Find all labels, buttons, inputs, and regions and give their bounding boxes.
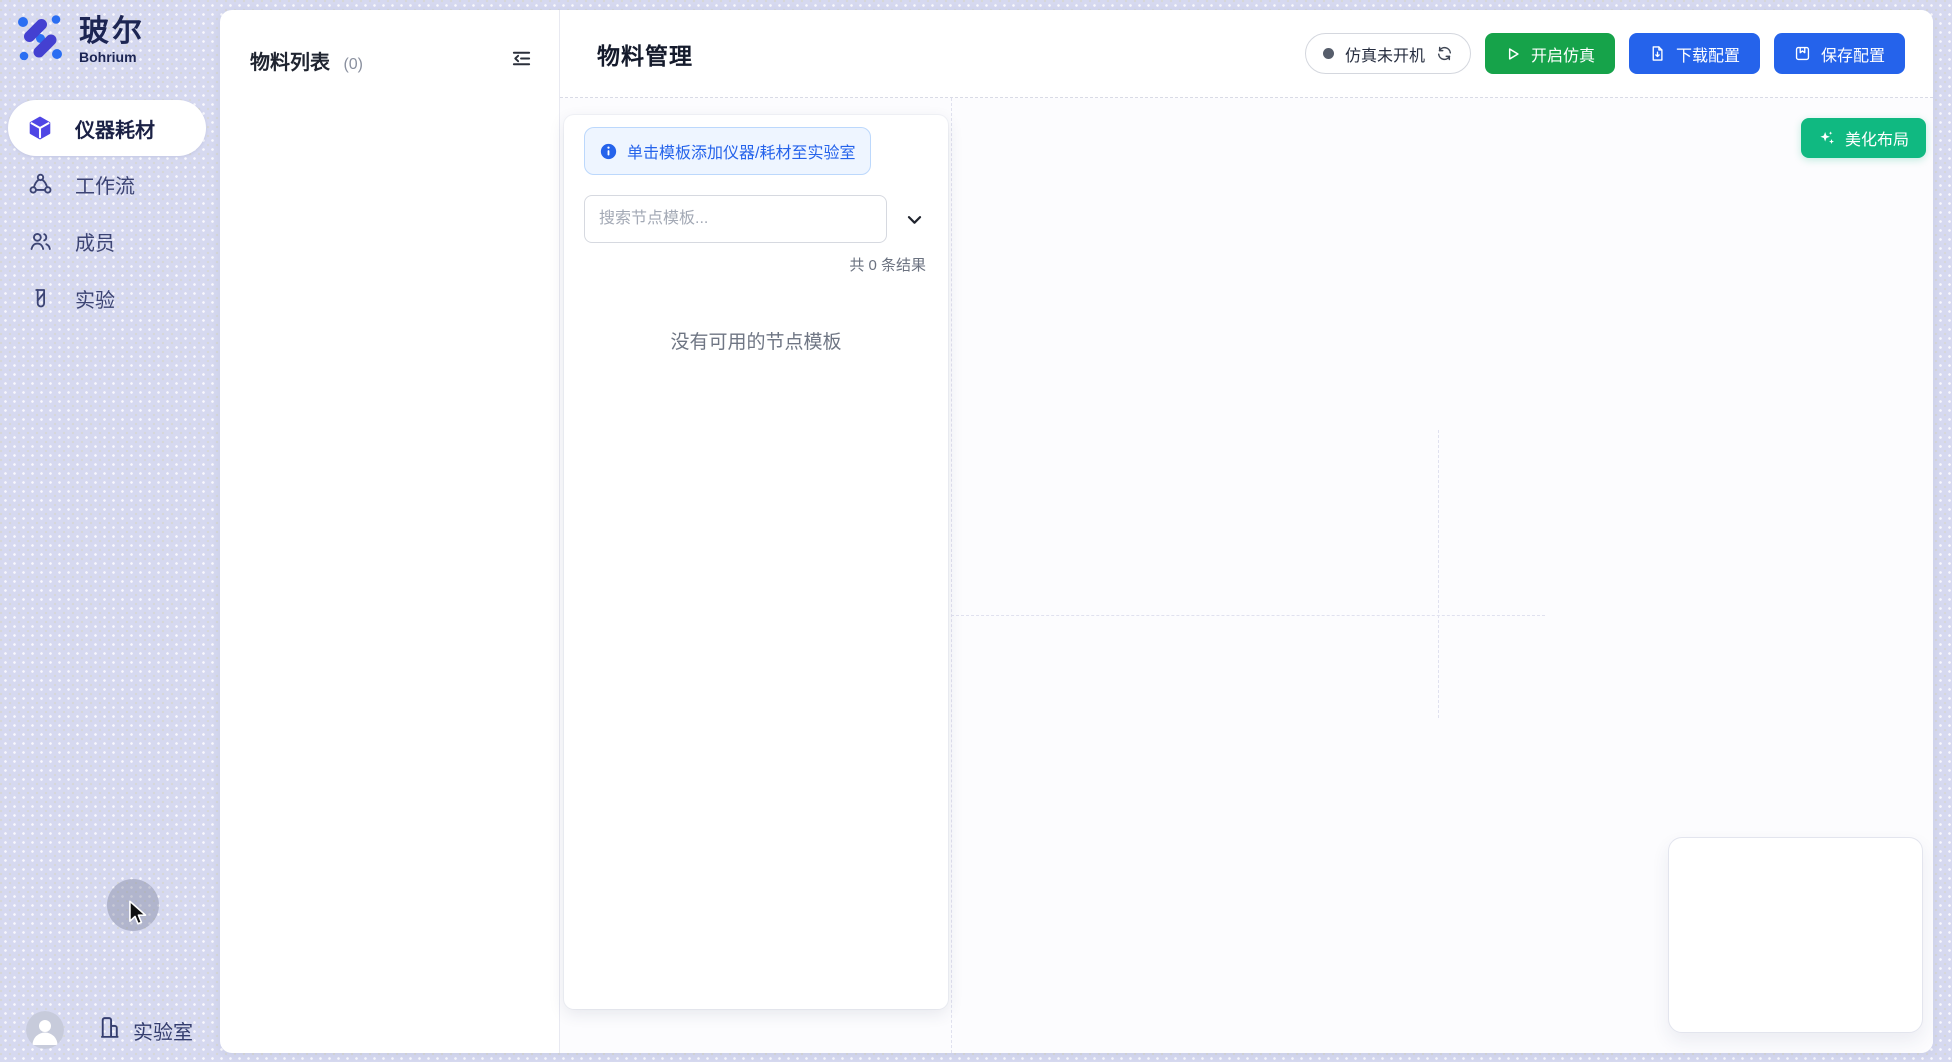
file-download-icon [1649, 45, 1666, 62]
lab-label: 实验室 [133, 1016, 193, 1045]
brand-name: 玻尔 [79, 16, 145, 48]
refresh-icon[interactable] [1436, 45, 1453, 62]
status-label: 仿真未开机 [1345, 42, 1425, 66]
sidebar-item-label: 仪器耗材 [75, 114, 155, 143]
save-config-label: 保存配置 [1821, 42, 1885, 66]
lab-switcher[interactable]: 实验室 [97, 1015, 193, 1046]
app-window: 物料列表 (0) 物料管理 仿真未开机 [220, 10, 1933, 1053]
brand-logo[interactable]: 玻尔 Bohrium [14, 12, 145, 69]
guide-line-vertical [1438, 430, 1439, 718]
members-icon [27, 229, 53, 255]
flow-canvas[interactable]: 单击模板添加仪器/耗材至实验室 共 0 条结果 没有可用的节点模板 [560, 98, 1933, 1053]
sidebar: 玻尔 Bohrium 仪器耗材 工作流 [0, 0, 220, 1062]
cube-icon [27, 115, 53, 141]
sidebar-item-instruments[interactable]: 仪器耗材 [8, 100, 206, 156]
search-row [584, 195, 928, 243]
simulation-status-pill[interactable]: 仿真未开机 [1305, 33, 1471, 74]
mouse-cursor-icon [124, 899, 152, 934]
info-banner: 单击模板添加仪器/耗材至实验室 [584, 127, 871, 175]
download-config-button[interactable]: 下载配置 [1629, 33, 1760, 74]
experiment-icon [27, 286, 53, 312]
sidebar-item-experiments[interactable]: 实验 [0, 270, 220, 327]
brand-subtitle: Bohrium [79, 50, 145, 65]
sparkles-icon [1818, 129, 1836, 147]
beautify-layout-button[interactable]: 美化布局 [1801, 118, 1926, 158]
chevron-down-icon[interactable] [900, 210, 928, 229]
materials-panel-header: 物料列表 (0) [250, 46, 533, 75]
materials-panel: 物料列表 (0) [220, 10, 560, 1053]
start-simulation-button[interactable]: 开启仿真 [1485, 33, 1615, 74]
materials-count: (0) [343, 56, 363, 73]
banner-text: 单击模板添加仪器/耗材至实验室 [627, 139, 855, 163]
main-area: 物料管理 仿真未开机 [560, 10, 1933, 1053]
materials-panel-title-row: 物料列表 (0) [250, 46, 363, 75]
materials-panel-title: 物料列表 [250, 52, 330, 74]
avatar[interactable] [26, 1011, 64, 1049]
result-count: 共 0 条结果 [584, 254, 928, 275]
sidebar-item-label: 成员 [75, 227, 115, 256]
bohrium-logo-icon [14, 12, 66, 69]
sidebar-item-workflow[interactable]: 工作流 [0, 156, 220, 213]
search-input[interactable] [584, 195, 887, 243]
collapse-panel-button[interactable] [510, 47, 533, 75]
play-icon [1505, 46, 1521, 62]
download-config-label: 下载配置 [1676, 42, 1740, 66]
save-config-button[interactable]: 保存配置 [1774, 33, 1905, 74]
minimap[interactable] [1668, 837, 1923, 1033]
sidebar-nav: 仪器耗材 工作流 成员 [0, 100, 220, 327]
sidebar-item-label: 实验 [75, 284, 115, 313]
start-simulation-label: 开启仿真 [1531, 42, 1595, 66]
beautify-layout-label: 美化布局 [1845, 126, 1909, 150]
sidebar-item-members[interactable]: 成员 [0, 213, 220, 270]
header-actions: 仿真未开机 开启仿真 [1305, 33, 1905, 74]
sidebar-item-label: 工作流 [75, 170, 135, 199]
building-icon [97, 1015, 122, 1046]
page-title: 物料管理 [597, 37, 693, 71]
page: { "brand": { "name_cn": "玻尔", "name_en":… [0, 0, 1952, 1062]
workflow-icon [27, 172, 53, 198]
info-icon [600, 143, 617, 160]
account-row: 实验室 [26, 1011, 193, 1049]
empty-state-text: 没有可用的节点模板 [584, 327, 928, 354]
template-panel: 单击模板添加仪器/耗材至实验室 共 0 条结果 没有可用的节点模板 [564, 115, 948, 1009]
page-header: 物料管理 仿真未开机 [560, 10, 1933, 98]
guide-line-vertical [951, 98, 952, 1053]
status-dot-icon [1323, 48, 1334, 59]
guide-line-horizontal [951, 615, 1545, 616]
save-icon [1794, 45, 1811, 62]
